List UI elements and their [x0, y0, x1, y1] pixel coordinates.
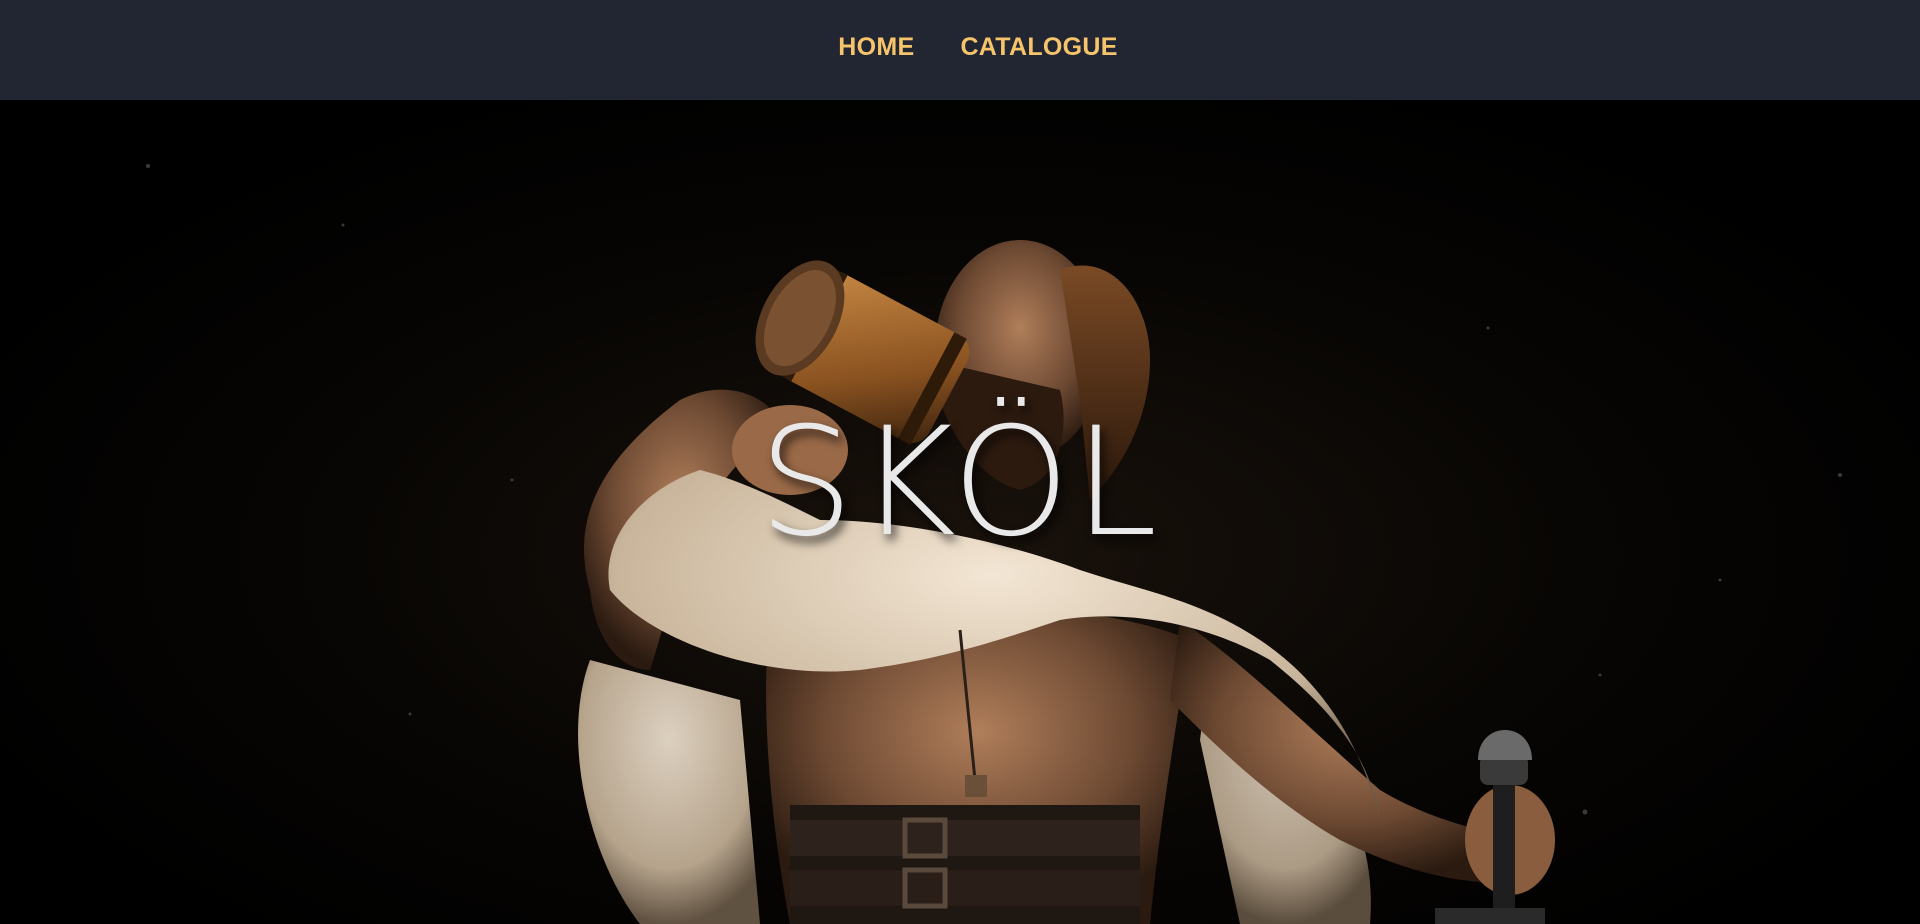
nav-link-catalogue[interactable]: CATALOGUE: [960, 33, 1117, 62]
hero-title: SKÖL: [758, 396, 1162, 570]
nav-link-home[interactable]: HOME: [838, 33, 914, 62]
hero-banner: SKÖL: [0, 100, 1920, 924]
main-nav: HOME CATALOGUE: [838, 33, 1118, 62]
top-navbar: HOME CATALOGUE: [0, 0, 1920, 100]
